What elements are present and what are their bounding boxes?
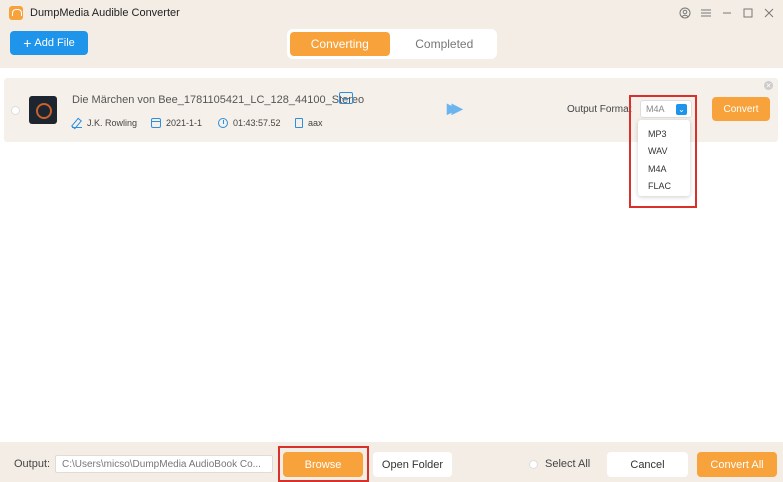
convert-arrow-icon: ▶▶ [447, 100, 462, 116]
cancel-button[interactable]: Cancel [607, 452, 688, 477]
author-icon [72, 118, 82, 128]
file-select-radio[interactable] [11, 106, 20, 115]
book-cover [29, 96, 57, 124]
output-path-field[interactable]: C:\Users\micso\DumpMedia AudioBook Co... [55, 455, 273, 473]
add-file-button[interactable]: + Add File [10, 31, 88, 55]
open-folder-button[interactable]: Open Folder [373, 452, 452, 477]
maximize-icon[interactable] [739, 4, 756, 21]
author-text: J.K. Rowling [87, 118, 138, 128]
browse-highlight-box [278, 446, 369, 482]
tab-converting[interactable]: Converting [290, 32, 390, 56]
plus-icon: + [23, 35, 32, 51]
convert-button[interactable]: Convert [712, 97, 770, 121]
window-controls [676, 4, 777, 21]
account-icon[interactable] [676, 4, 693, 21]
format-text: aax [308, 118, 323, 128]
app-title: DumpMedia Audible Converter [30, 7, 180, 19]
tab-bar: Converting Completed [287, 29, 497, 59]
format-highlight-box [629, 95, 697, 208]
file-icon [295, 118, 303, 128]
close-icon[interactable] [760, 4, 777, 21]
bottom-bar: Output: C:\Users\micso\DumpMedia AudioBo… [0, 442, 783, 482]
format-meta: aax [295, 118, 323, 128]
edit-info-icon[interactable] [339, 92, 353, 104]
author-meta: J.K. Rowling [72, 118, 137, 128]
date-text: 2021-1-1 [166, 118, 203, 128]
clock-icon [218, 118, 228, 128]
duration-text: 01:43:57.52 [233, 118, 281, 128]
menu-icon[interactable] [697, 4, 714, 21]
minimize-icon[interactable] [718, 4, 735, 21]
duration-meta: 01:43:57.52 [218, 118, 281, 128]
remove-file-icon[interactable]: ✕ [764, 81, 773, 90]
title-bar: DumpMedia Audible Converter [0, 0, 783, 26]
convert-all-button[interactable]: Convert All [697, 452, 777, 477]
select-all-label: Select All [545, 458, 591, 470]
tab-completed[interactable]: Completed [395, 32, 495, 56]
output-format-label: Output Format [567, 104, 632, 115]
app-logo-icon [9, 6, 23, 20]
date-meta: 2021-1-1 [151, 118, 202, 128]
add-file-label: Add File [34, 37, 75, 49]
select-all-radio[interactable] [529, 460, 538, 469]
output-label: Output: [14, 458, 51, 470]
file-name: Die Märchen von Bee_1781105421_LC_128_44… [72, 94, 365, 106]
calendar-icon [151, 118, 161, 128]
